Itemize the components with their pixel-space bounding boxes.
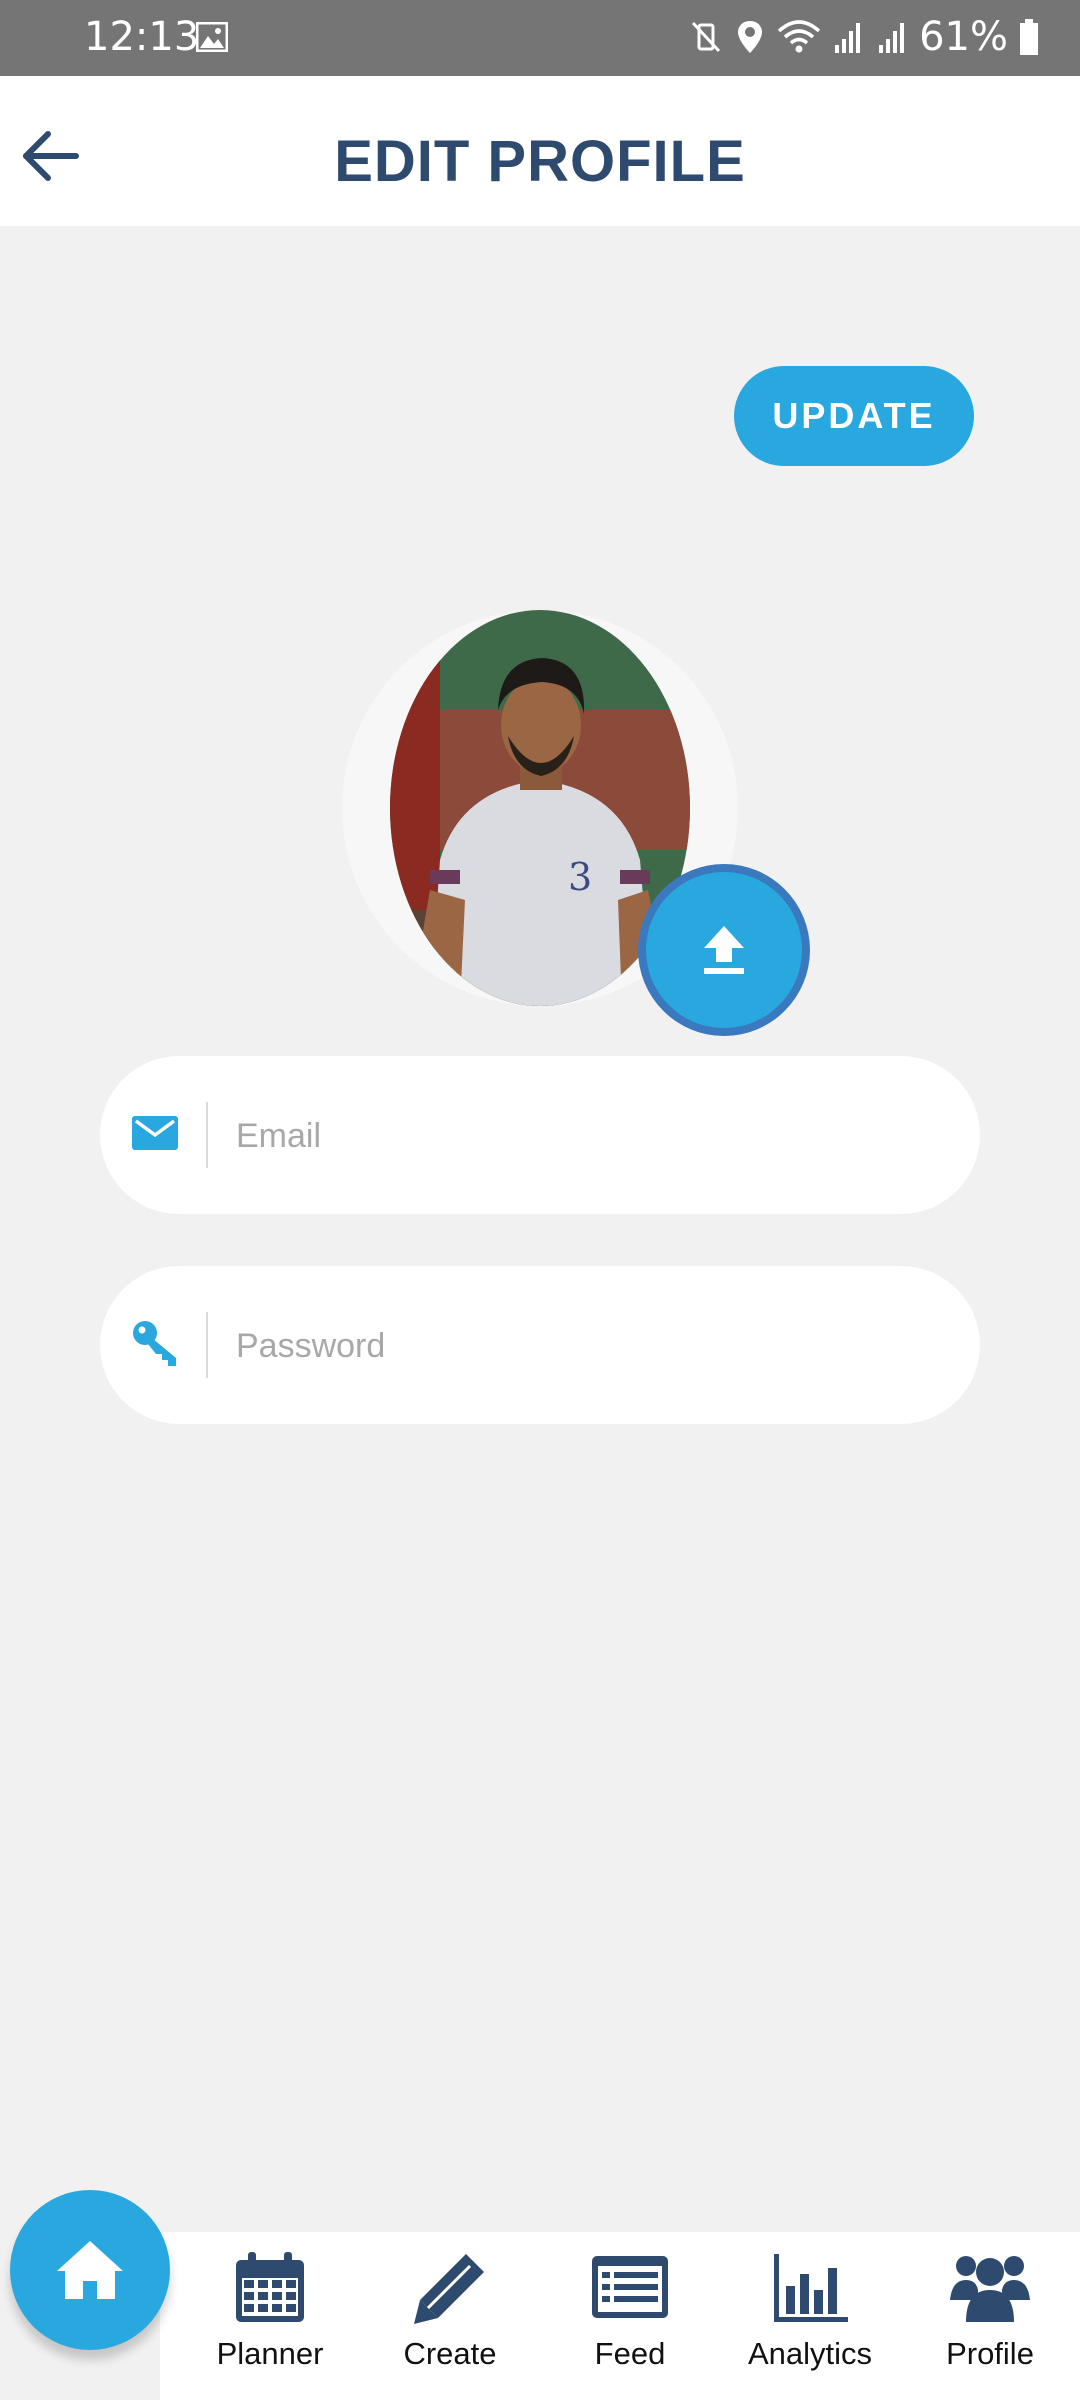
- nav-label: Profile: [946, 2336, 1034, 2371]
- calendar-icon: [236, 2252, 304, 2322]
- upload-photo-button[interactable]: [646, 872, 802, 1028]
- nav-item-create[interactable]: Create: [360, 2250, 540, 2390]
- app-bar: EDIT PROFILE: [0, 76, 1080, 226]
- location-icon: [738, 21, 763, 53]
- status-bar: 12:13 61%: [0, 0, 1080, 76]
- gallery-icon: [196, 22, 228, 52]
- nav-item-analytics[interactable]: Analytics: [720, 2250, 900, 2390]
- field-divider: [206, 1312, 208, 1378]
- home-icon: [57, 2241, 123, 2299]
- bar-chart-icon: [774, 2254, 848, 2322]
- status-time: 12:13: [84, 14, 200, 60]
- pencil-icon: [414, 2254, 484, 2324]
- battery-icon: [1020, 19, 1038, 55]
- email-field[interactable]: [100, 1056, 980, 1214]
- signal-icon: [879, 23, 905, 53]
- nav-label: Create: [403, 2336, 497, 2371]
- svg-text:3: 3: [568, 855, 592, 899]
- field-divider: [206, 1102, 208, 1168]
- mute-vibrate-icon: [691, 21, 721, 53]
- nav-item-profile[interactable]: Profile: [900, 2250, 1080, 2390]
- nav-label: Feed: [594, 2336, 666, 2371]
- nav-label: Analytics: [747, 2336, 873, 2371]
- nav-item-feed[interactable]: Feed: [540, 2250, 720, 2390]
- key-icon: [133, 1321, 176, 1366]
- status-icons: 61%: [689, 14, 1040, 60]
- wifi-icon: [777, 20, 821, 53]
- page-title: EDIT PROFILE: [334, 129, 746, 194]
- password-field[interactable]: [100, 1266, 980, 1424]
- avatar-photo: 3: [390, 610, 690, 1006]
- update-button[interactable]: UPDATE: [734, 366, 974, 466]
- nav-label: Planner: [216, 2336, 324, 2371]
- home-button[interactable]: [10, 2190, 170, 2350]
- avatar: 3: [390, 610, 690, 1006]
- mail-icon: [132, 1116, 178, 1150]
- users-icon: [950, 2256, 1030, 2322]
- password-input[interactable]: [234, 1306, 938, 1386]
- signal-icon: [835, 23, 861, 53]
- email-input[interactable]: [234, 1096, 938, 1176]
- feed-icon: [592, 2256, 668, 2318]
- upload-icon: [704, 926, 744, 974]
- battery-percent: 61%: [919, 14, 1008, 60]
- nav-item-planner[interactable]: Planner: [180, 2250, 360, 2390]
